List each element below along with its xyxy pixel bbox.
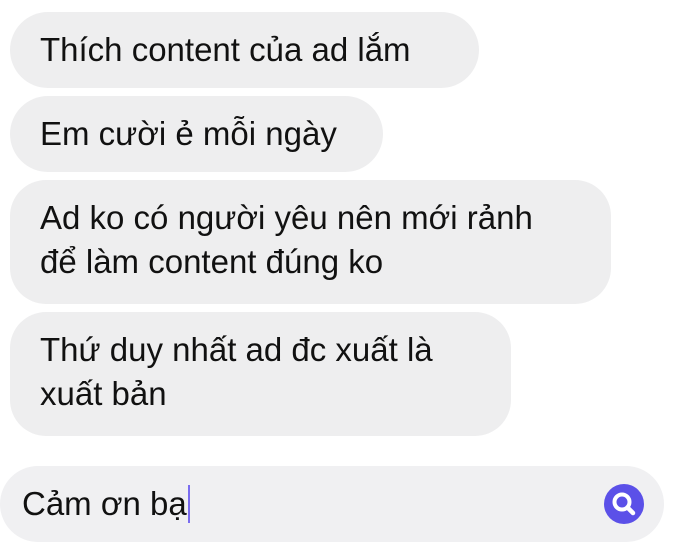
message-bubble: Thứ duy nhất ad đc xuất là xuất bản: [10, 312, 511, 436]
message-text: xuất bản: [40, 375, 167, 412]
message-input-text[interactable]: Cảm ơn bạ: [22, 482, 190, 526]
search-icon[interactable]: [604, 484, 644, 524]
message-bubble: Thích content của ad lắm: [10, 12, 479, 88]
message-input[interactable]: Cảm ơn bạ: [0, 466, 664, 542]
message-text: Thứ duy nhất ad đc xuất là: [40, 331, 433, 368]
message-bubble: Ad ko có người yêu nên mới rảnh để làm c…: [10, 180, 611, 304]
message-text: Thích content của ad lắm: [40, 31, 411, 68]
message-input-value: Cảm ơn bạ: [22, 485, 187, 522]
message-text: để làm content đúng ko: [40, 243, 384, 280]
message-text: Ad ko có người yêu nên mới rảnh: [40, 199, 533, 236]
search-icon-glyph: [612, 492, 636, 516]
message-text: Em cười ẻ mỗi ngày: [40, 115, 337, 152]
message-bubble: Em cười ẻ mỗi ngày: [10, 96, 383, 172]
chat-thread: Thích content của ad lắm Em cười ẻ mỗi n…: [0, 0, 693, 542]
text-caret: [187, 485, 190, 523]
